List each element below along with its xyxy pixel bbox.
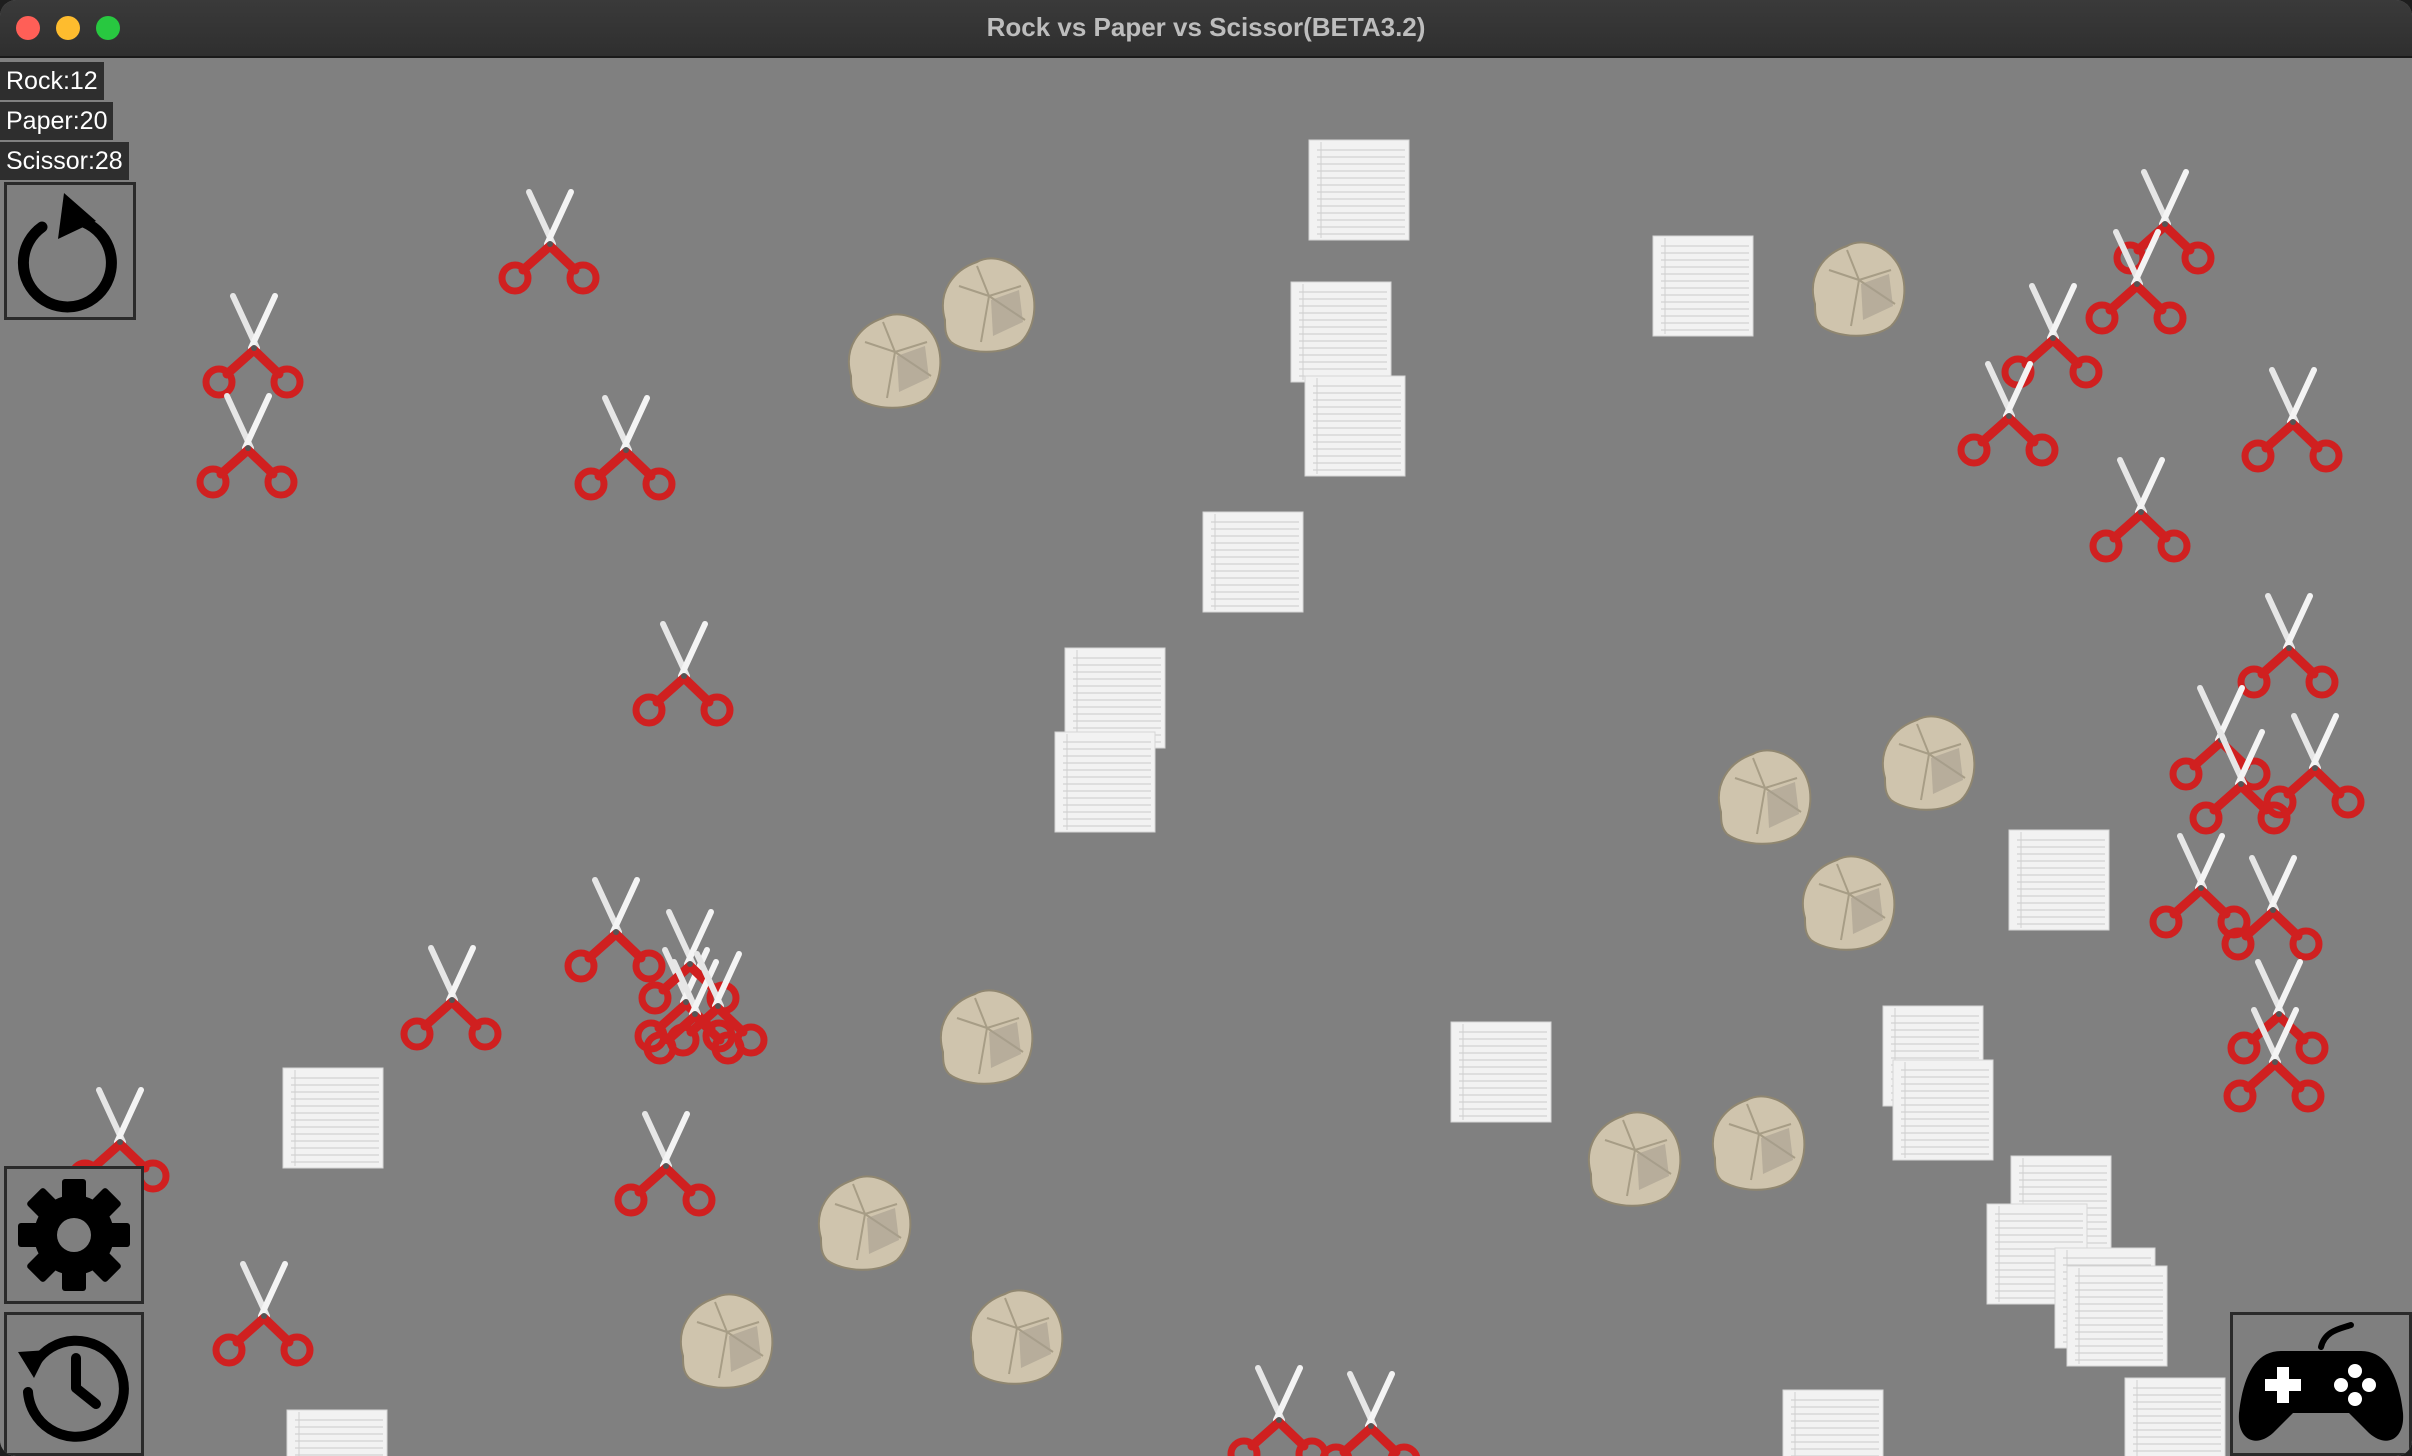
- window-title: Rock vs Paper vs Scissor(BETA3.2): [986, 12, 1426, 42]
- scissor-sprite: [400, 945, 502, 1051]
- scissor-sprite: [1319, 1371, 1421, 1456]
- game-field: Rock:12 Paper:20 Scissor:28: [0, 58, 2412, 1456]
- restart-icon: [17, 193, 117, 313]
- scissor-sprite: [202, 293, 304, 399]
- scissor-sprite: [666, 951, 768, 1057]
- controller-button[interactable]: [2230, 1312, 2412, 1456]
- paper-counter-label: Paper:: [6, 107, 80, 135]
- scissor-sprite: [2221, 855, 2323, 961]
- scissor-sprite: [2241, 367, 2343, 473]
- paper-counter: Paper:20: [0, 102, 114, 140]
- rock-counter-label: Rock:: [6, 67, 70, 95]
- paper-sprite: [2066, 1265, 2168, 1367]
- history-button[interactable]: [4, 1312, 144, 1456]
- scissor-counter-label: Scissor:: [6, 147, 95, 175]
- paper-sprite: [1304, 375, 1406, 477]
- paper-counter-value: 20: [79, 107, 108, 135]
- rock-sprite: [969, 1289, 1064, 1385]
- scissor-sprite: [2189, 729, 2291, 835]
- scissor-sprite: [196, 393, 298, 499]
- gear-icon: [18, 1179, 130, 1291]
- rock-sprite: [1711, 1095, 1806, 1191]
- paper-sprite: [1054, 731, 1156, 833]
- history-icon: [18, 1335, 129, 1442]
- settings-button[interactable]: [4, 1166, 144, 1304]
- rock-sprite: [679, 1293, 774, 1389]
- scissor-sprite: [632, 621, 734, 727]
- paper-sprite: [282, 1067, 384, 1169]
- title-bar: Rock vs Paper vs Scissor(BETA3.2): [0, 0, 2412, 58]
- gamepad-icon: [2238, 1322, 2404, 1441]
- paper-sprite: [286, 1409, 388, 1456]
- rock-sprite: [1881, 715, 1976, 811]
- rock-counter: Rock:12: [0, 62, 104, 100]
- scissor-sprite: [498, 189, 600, 295]
- scissor-counter: Scissor:28: [0, 142, 129, 180]
- paper-sprite: [2124, 1377, 2226, 1456]
- rock-sprite: [1811, 241, 1906, 337]
- paper-sprite: [1290, 281, 1392, 383]
- rock-sprite: [1801, 855, 1896, 951]
- paper-sprite: [2008, 829, 2110, 931]
- rock-sprite: [817, 1175, 912, 1271]
- scissor-sprite: [2223, 1007, 2325, 1113]
- scissor-sprite: [1957, 361, 2059, 467]
- restart-button[interactable]: [4, 182, 136, 320]
- paper-sprite: [1782, 1389, 1884, 1456]
- paper-sprite: [1450, 1021, 1552, 1123]
- paper-sprite: [1202, 511, 1304, 613]
- scissor-sprite: [574, 395, 676, 501]
- paper-sprite: [1308, 139, 1410, 241]
- rock-counter-value: 12: [69, 67, 98, 95]
- game-window: Rock vs Paper vs Scissor(BETA3.2) Rock:1…: [0, 0, 2412, 1456]
- scissor-sprite: [2089, 457, 2191, 563]
- rock-sprite: [939, 989, 1034, 1085]
- rock-sprite: [847, 313, 942, 409]
- scissor-sprite: [614, 1111, 716, 1217]
- rock-sprite: [1587, 1111, 1682, 1207]
- scissor-sprite: [212, 1261, 314, 1367]
- paper-sprite: [1892, 1059, 1994, 1161]
- scissor-counter-value: 28: [94, 147, 123, 175]
- paper-sprite: [1652, 235, 1754, 337]
- rock-sprite: [1717, 749, 1812, 845]
